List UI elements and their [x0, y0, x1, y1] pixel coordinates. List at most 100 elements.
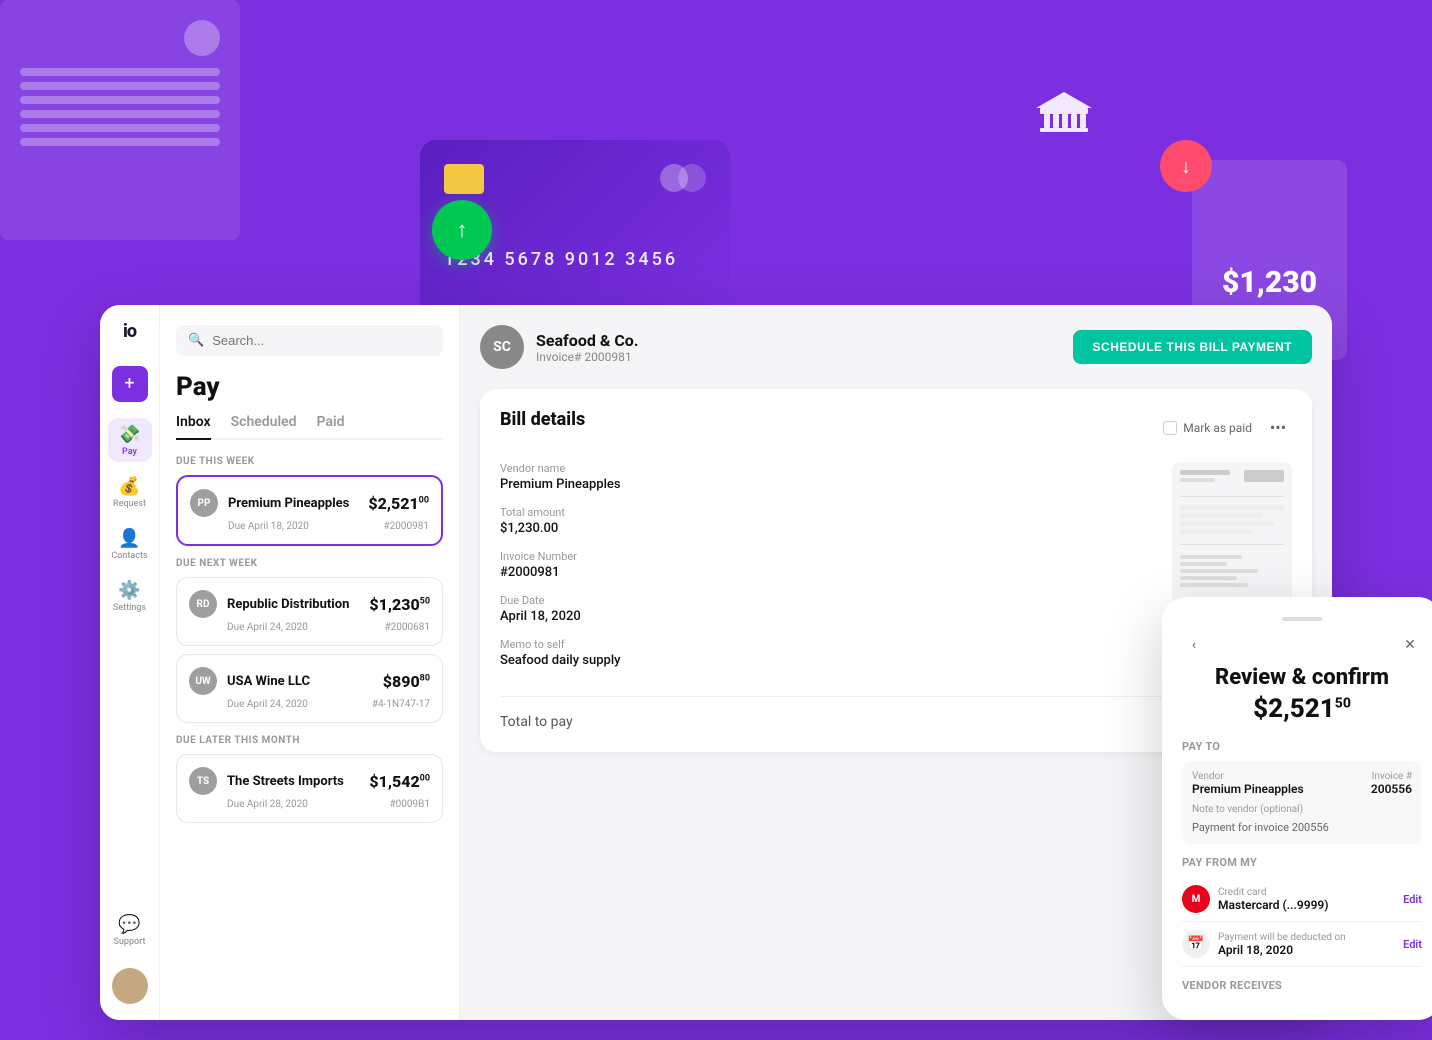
bill-details-header-row: Bill details Mark as paid ••• [500, 409, 1292, 446]
bill-card-usa-wine[interactable]: UW USA Wine LLC $89080 Due April 24, 202… [176, 654, 443, 723]
due-date-value: April 18, 2020 [500, 609, 1148, 624]
note-label: Note to vendor (optional) [1192, 804, 1412, 815]
bill-card-republic[interactable]: RD Republic Distribution $1,23050 Due Ap… [176, 577, 443, 646]
invoice-number-display: Invoice# 2000981 [536, 350, 638, 364]
note-value: Payment for invoice 200556 [1192, 821, 1412, 834]
search-input[interactable] [212, 333, 431, 348]
sidebar-item-request[interactable]: 💰 Request [108, 470, 152, 514]
payment-date-value: April 18, 2020 [1218, 943, 1395, 957]
bill-due-uw: Due April 24, 2020 [227, 699, 308, 710]
section-label-this-week: DUE THIS WEEK [176, 456, 443, 467]
total-amount-label: Total amount [500, 506, 1148, 519]
bill-card-streets[interactable]: TS The Streets Imports $1,54200 Due Apri… [176, 754, 443, 823]
memo-field: Memo to self Seafood daily supply [500, 638, 1148, 668]
bill-vendor-info: SC Seafood & Co. Invoice# 2000981 [480, 325, 638, 369]
vendor-avatar-uw: UW [189, 667, 217, 695]
sidebar-support-label: Support [113, 937, 145, 947]
tab-scheduled[interactable]: Scheduled [231, 414, 297, 440]
sidebar-item-pay-label: Pay [122, 447, 137, 457]
sidebar-item-settings-label: Settings [113, 603, 146, 613]
add-button[interactable]: + [112, 366, 148, 402]
bill-amount-ts: $1,54200 [369, 772, 430, 791]
search-bar: 🔍 [176, 325, 443, 356]
pay-to-details: Vendor Premium Pineapples Invoice # 2005… [1182, 761, 1422, 844]
support-icon: 💬 [118, 914, 140, 935]
review-close-button[interactable]: ✕ [1398, 633, 1422, 657]
due-date-label: Due Date [500, 594, 1148, 607]
vendor-avatar-rd: RD [189, 590, 217, 618]
vendor-label: Vendor [1192, 771, 1304, 782]
credit-card-label: Credit card [1218, 887, 1395, 898]
tab-inbox[interactable]: Inbox [176, 414, 211, 440]
section-label-later-month: DUE LATER THIS MONTH [176, 735, 443, 746]
bill-details-title: Bill details [500, 409, 585, 430]
invoice-label: Invoice # [1371, 771, 1412, 782]
sidebar-item-contacts[interactable]: 👤 Contacts [108, 522, 152, 566]
review-back-button[interactable]: ‹ [1182, 633, 1206, 657]
sidebar-item-settings[interactable]: ⚙️ Settings [108, 574, 152, 618]
pay-section: 🔍 Pay Inbox Scheduled Paid DUE THIS WEEK… [160, 305, 460, 1020]
page-title: Pay [176, 372, 443, 402]
bill-card-premium-pineapples[interactable]: PP Premium Pineapples $2,52100 Due April… [176, 475, 443, 546]
sidebar: io + 💸 Pay 💰 Request 👤 Contacts ⚙️ Setti… [100, 305, 160, 1020]
due-date-field: Due Date April 18, 2020 [500, 594, 1148, 624]
vendor-avatar-ts: TS [189, 767, 217, 795]
plus-icon: + [124, 375, 134, 393]
settings-icon: ⚙️ [118, 580, 140, 601]
tab-paid[interactable]: Paid [317, 414, 345, 440]
vendor-avatar-pp: PP [190, 489, 218, 517]
total-amount-field: Total amount $1,230.00 [500, 506, 1148, 536]
invoice-number-box [1244, 470, 1284, 482]
payment-date-text: Payment will be deducted on April 18, 20… [1218, 932, 1395, 957]
pay-from-details: M Credit card Mastercard (...9999) Edit … [1182, 877, 1422, 967]
mark-paid-label: Mark as paid [1183, 421, 1252, 435]
bill-invoice-pp: #2000981 [384, 521, 430, 532]
sidebar-item-support[interactable]: 💬 Support [108, 908, 152, 952]
main-container: io + 💸 Pay 💰 Request 👤 Contacts ⚙️ Setti… [100, 305, 1332, 1020]
invoice-number-field: Invoice Number #2000981 [500, 550, 1148, 580]
pay-to-section-title: Pay to [1182, 740, 1422, 753]
bill-invoice-uw: #4-1N747-17 [372, 699, 430, 710]
edit-payment-date-button[interactable]: Edit [1403, 938, 1422, 951]
pay-icon: 💸 [118, 424, 140, 445]
memo-label: Memo to self [500, 638, 1148, 651]
bill-detail-header: SC Seafood & Co. Invoice# 2000981 SCHEDU… [480, 325, 1312, 369]
bill-due-pp: Due April 18, 2020 [228, 521, 309, 532]
pay-from-section-title: Pay from my [1182, 856, 1422, 869]
credit-card-value: Mastercard (...9999) [1218, 898, 1395, 912]
credit-card-text: Credit card Mastercard (...9999) [1218, 887, 1395, 912]
edit-credit-card-button[interactable]: Edit [1403, 893, 1422, 906]
total-amount-value: $1,230.00 [500, 521, 1148, 536]
vendor-name-pp: Premium Pineapples [228, 496, 358, 511]
user-avatar[interactable] [112, 968, 148, 1004]
vendor-name-uw: USA Wine LLC [227, 674, 373, 689]
vendor-value: Premium Pineapples [1192, 782, 1304, 796]
contacts-icon: 👤 [118, 528, 140, 549]
sidebar-item-request-label: Request [113, 499, 146, 509]
mark-as-paid-checkbox[interactable]: Mark as paid [1163, 421, 1252, 435]
vendor-receives-title: Vendor receives [1182, 979, 1422, 992]
mastercard-icon: M [1182, 885, 1210, 913]
app-logo: io [123, 321, 136, 342]
pay-tabs: Inbox Scheduled Paid [176, 414, 443, 440]
vendor-name-rd: Republic Distribution [227, 597, 359, 612]
bill-due-ts: Due April 28, 2020 [227, 799, 308, 810]
review-amount: $2,52150 [1182, 694, 1422, 724]
bill-due-rd: Due April 24, 2020 [227, 622, 308, 633]
sidebar-item-pay[interactable]: 💸 Pay [108, 418, 152, 462]
more-options-button[interactable]: ••• [1264, 414, 1292, 442]
section-label-next-week: DUE NEXT WEEK [176, 558, 443, 569]
review-confirm-panel: ‹ ✕ Review & confirm $2,52150 Pay to Ven… [1162, 597, 1432, 1020]
invoice-value: 200556 [1371, 782, 1412, 796]
panel-handle [1282, 617, 1322, 621]
schedule-payment-button[interactable]: SCHEDULE THIS BILL PAYMENT [1073, 330, 1312, 364]
invoice-number-label: Invoice Number [500, 550, 1148, 563]
search-icon: 🔍 [188, 333, 204, 348]
payment-date-item: 📅 Payment will be deducted on April 18, … [1182, 922, 1422, 967]
vendor-name-value: Premium Pineapples [500, 477, 1148, 492]
bill-amount-pp: $2,52100 [368, 494, 429, 513]
vendor-name-large: Seafood & Co. [536, 331, 638, 350]
request-icon: 💰 [118, 476, 140, 497]
credit-card-item: M Credit card Mastercard (...9999) Edit [1182, 877, 1422, 922]
invoice-number-value: #2000981 [500, 565, 1148, 580]
